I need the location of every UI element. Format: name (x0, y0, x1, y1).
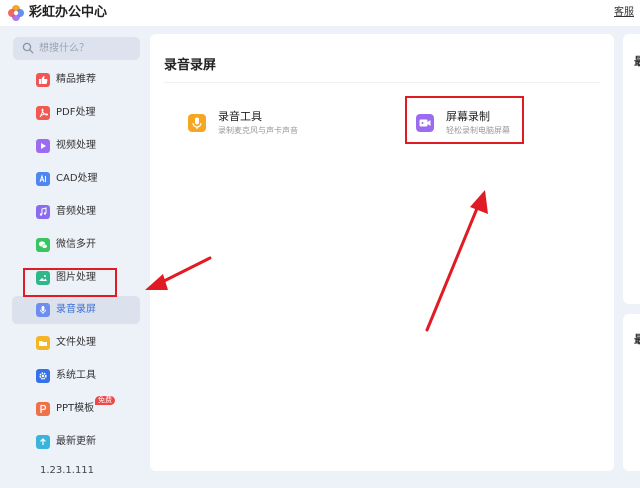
annotation-arrow-up (425, 190, 488, 332)
annotation-arrows (145, 190, 488, 332)
annotation-arrow-left (145, 256, 212, 290)
